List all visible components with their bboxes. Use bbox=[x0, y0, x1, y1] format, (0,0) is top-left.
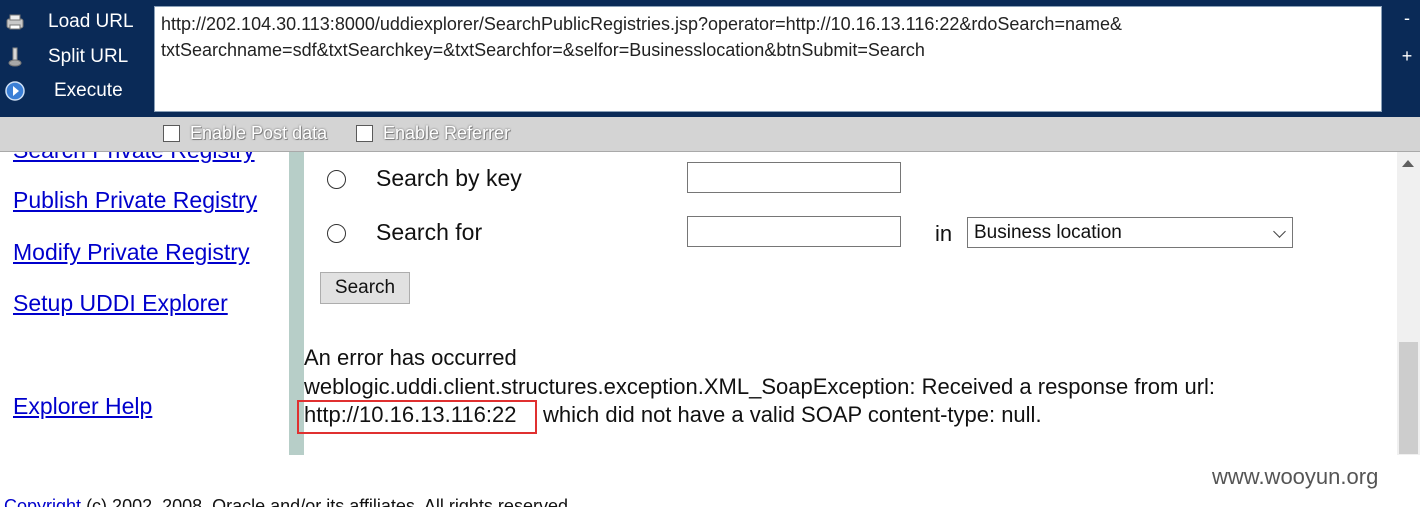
search-for-select[interactable]: Business location bbox=[967, 217, 1293, 248]
error-heading: An error has occurred bbox=[304, 345, 517, 370]
search-by-key-label: Search by key bbox=[376, 165, 522, 191]
page-content: Search Private Registry Publish Private … bbox=[0, 152, 1420, 507]
execute-icon bbox=[5, 81, 25, 101]
decrease-font-button[interactable]: - bbox=[1396, 7, 1418, 29]
error-message: weblogic.uddi.client.structures.exceptio… bbox=[304, 374, 1216, 399]
scroll-up-arrow-icon[interactable] bbox=[1402, 160, 1414, 167]
enable-post-label: Enable Post data bbox=[190, 123, 328, 143]
checkbox-box[interactable] bbox=[163, 125, 180, 142]
setup-uddi-explorer-link[interactable]: Setup UDDI Explorer bbox=[13, 290, 228, 317]
search-for-input[interactable] bbox=[687, 216, 901, 247]
increase-font-button[interactable]: + bbox=[1396, 45, 1418, 67]
hackbar-options: Enable Post data Enable Referrer bbox=[0, 117, 1420, 152]
modify-private-registry-link[interactable]: Modify Private Registry bbox=[13, 239, 249, 266]
split-url-label: Split URL bbox=[48, 46, 129, 67]
error-message-tail: which did not have a valid SOAP content-… bbox=[543, 402, 1042, 427]
in-label: in bbox=[935, 221, 953, 246]
search-for-label: Search for bbox=[376, 219, 483, 245]
execute-button[interactable]: Execute bbox=[0, 74, 152, 108]
chevron-down-icon bbox=[1273, 225, 1286, 238]
load-url-label: Load URL bbox=[48, 11, 134, 32]
explorer-help-link[interactable]: Explorer Help bbox=[13, 393, 152, 420]
copyright-link[interactable]: Copyright bbox=[4, 496, 81, 507]
split-url-icon bbox=[8, 47, 22, 67]
copyright-text: (c) 2002, 2008, Oracle and/or its affili… bbox=[86, 496, 573, 507]
search-for-radio[interactable] bbox=[327, 224, 346, 243]
enable-post-checkbox[interactable]: Enable Post data bbox=[163, 123, 343, 145]
hackbar-toolbar: Load URL Split URL Execute http://202.10… bbox=[0, 0, 1420, 117]
checkbox-box[interactable] bbox=[356, 125, 373, 142]
search-private-registry-link[interactable]: Search Private Registry bbox=[13, 152, 255, 164]
scrollbar-thumb[interactable] bbox=[1399, 342, 1418, 454]
copyright-footer: Copyright (c) 2002, 2008, Oracle and/or … bbox=[4, 496, 573, 507]
execute-label: Execute bbox=[54, 80, 123, 101]
load-url-button[interactable]: Load URL bbox=[0, 5, 152, 39]
vertical-scrollbar[interactable] bbox=[1397, 152, 1420, 455]
search-by-key-radio[interactable] bbox=[327, 170, 346, 189]
publish-private-registry-link[interactable]: Publish Private Registry bbox=[13, 187, 257, 214]
enable-referrer-label: Enable Referrer bbox=[383, 123, 511, 143]
url-textarea[interactable]: http://202.104.30.113:8000/uddiexplorer/… bbox=[154, 6, 1382, 112]
search-key-input[interactable] bbox=[687, 162, 901, 193]
enable-referrer-checkbox[interactable]: Enable Referrer bbox=[356, 123, 526, 145]
watermark: www.wooyun.org bbox=[1212, 464, 1379, 489]
error-url: http://10.16.13.116:22 bbox=[304, 402, 517, 427]
load-url-icon bbox=[6, 14, 24, 30]
split-url-button[interactable]: Split URL bbox=[0, 40, 152, 74]
selected-option: Business location bbox=[974, 222, 1122, 243]
search-button[interactable]: Search bbox=[320, 272, 410, 304]
